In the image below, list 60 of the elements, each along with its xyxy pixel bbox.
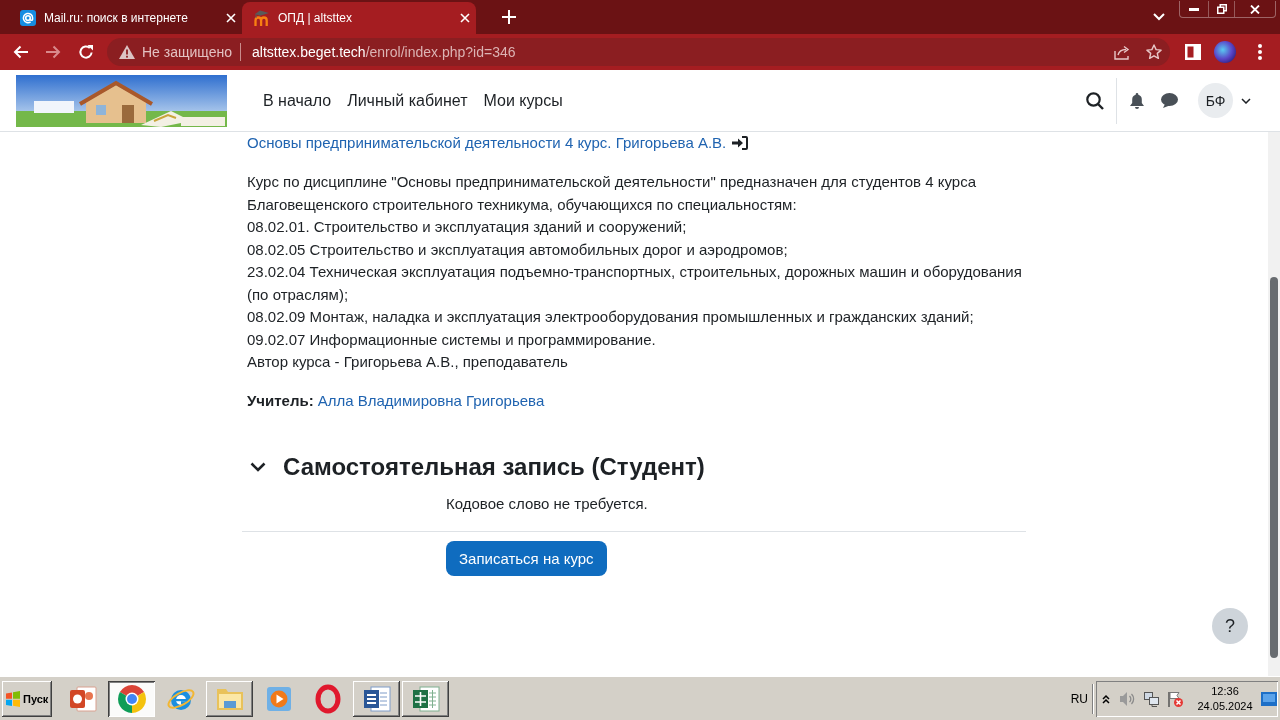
taskbar-button[interactable] — [206, 680, 253, 717]
start-button[interactable]: Пуск — [2, 680, 52, 717]
user-avatar[interactable]: БФ — [1198, 83, 1233, 118]
new-tab-icon[interactable] — [502, 10, 516, 24]
restore-icon — [1216, 4, 1227, 14]
house-banner-image[interactable] — [16, 74, 227, 127]
star-icon[interactable] — [1146, 44, 1162, 60]
share-icon[interactable] — [1114, 44, 1130, 60]
close-icon[interactable] — [460, 13, 470, 23]
taskbar-button[interactable] — [353, 680, 400, 717]
network-icon[interactable] — [1143, 690, 1159, 707]
at-sign-icon — [20, 10, 36, 26]
search-icon[interactable] — [1086, 91, 1104, 110]
nav-link[interactable]: В начало — [255, 88, 340, 113]
course-description: Курс по дисциплине "Основы предпринимательской деятельности" предназначен для студентов 4 курса Благовещенского строительного техникума, обучающихся по специальностям: 08.02.01. Строительство и эксплуатация зданий и сооружений; 08.02.05 Строительство и эксплуатация автомобильных дорог и аэродромов; 23.02.04 Техническая эксплуатация подъемно-транспортных, строительных, дорожных машин и оборудования (по отраслям); 08.02.09 Монтаж, наладка и эксплуатация электрооборудования промышленных и гражданских зданий; 09.02.07 Информационные системы и программирование. Автор курса - Григорьева А.В., преподаватель — [246, 172, 1023, 372]
browser-tab[interactable]: ОПД | altsttex — [242, 2, 476, 34]
chat-bubble-icon[interactable] — [1161, 93, 1178, 108]
profile-avatar[interactable] — [1214, 41, 1236, 63]
help-button[interactable]: ? — [1212, 608, 1248, 644]
enrol-note: Кодовое слово не требуется. — [446, 493, 648, 514]
taskbar-button[interactable] — [402, 680, 449, 717]
chevron-down-icon[interactable] — [1153, 13, 1165, 21]
slides-app-icon — [67, 683, 98, 714]
nav-link[interactable]: Мои курсы — [475, 88, 571, 113]
nav-link[interactable]: Личный кабинет — [339, 88, 476, 113]
teacher-label: Учитель: — [247, 390, 314, 411]
tricolor-ring-icon — [116, 683, 147, 714]
chevron-icon[interactable] — [250, 461, 266, 472]
graduation-cap-icon — [254, 10, 270, 26]
enter-icon[interactable] — [732, 136, 749, 150]
warning-icon[interactable] — [119, 45, 135, 59]
show-desktop-icon[interactable] — [1261, 691, 1277, 706]
browser-tab[interactable]: Mail.ru: поиск в интернете — [8, 2, 242, 34]
menu-dots-icon[interactable] — [1258, 44, 1262, 60]
security-status[interactable]: Не защищено — [142, 44, 232, 60]
section-heading: Самостоятельная запись (Студент) — [283, 451, 705, 482]
side-panel-icon[interactable] — [1185, 44, 1201, 60]
windows-flag-icon — [5, 690, 21, 707]
language-indicator[interactable]: RU — [1070, 691, 1088, 706]
taskbar-button[interactable] — [108, 680, 155, 717]
bell-icon[interactable] — [1130, 92, 1144, 109]
clock-date[interactable]: 24.05.2024 — [1197, 698, 1253, 714]
minimize-icon — [1189, 7, 1199, 11]
scrollbar-track[interactable] — [1268, 132, 1280, 676]
text-document-icon — [361, 683, 392, 714]
enrol-button[interactable]: Записаться на курс — [446, 540, 607, 576]
close-icon[interactable] — [226, 13, 236, 23]
teacher-link[interactable]: Алла Владимировна Григорьева — [317, 389, 545, 412]
url-text[interactable]: altsttex.beget.tech/enrol/index.php?id=346 — [252, 44, 516, 60]
address-bar[interactable]: Не защищено altsttex.beget.tech/enrol/index.php?id=346 — [107, 38, 1170, 66]
show-hidden-icon[interactable] — [1102, 693, 1110, 704]
course-link[interactable]: Основы предпринимательской деятельности 4 курс. Григорьева А.В. — [247, 132, 727, 154]
caret-icon[interactable] — [1241, 97, 1251, 104]
reload-icon[interactable] — [78, 44, 94, 60]
close-icon — [1250, 4, 1260, 14]
spreadsheet-icon — [410, 683, 441, 714]
back-arrow-icon[interactable] — [13, 45, 29, 59]
clock-time[interactable]: 12:36 — [1211, 683, 1239, 699]
flag-error-icon[interactable] — [1167, 690, 1183, 707]
scrollbar-thumb[interactable] — [1270, 277, 1278, 658]
